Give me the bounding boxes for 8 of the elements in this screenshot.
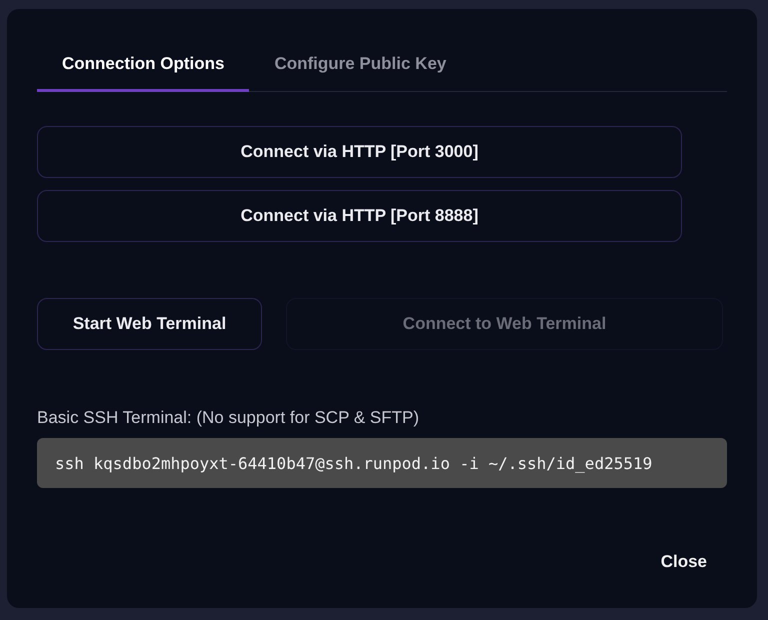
tab[interactable]: Configure Public Key [249,39,472,92]
connect-http-button[interactable]: Connect via HTTP [Port 8888] [37,190,682,242]
connect-http-button[interactable]: Connect via HTTP [Port 3000] [37,126,682,178]
tab[interactable]: Connection Options [37,39,250,92]
ssh-command: ssh kqsdbo2mhpoyxt-64410b47@ssh.runpod.io -i ~/.ssh/id_ed25519 [37,438,727,488]
web-terminal-button[interactable]: Start Web Terminal [37,298,262,350]
ssh-label: Basic SSH Terminal: (No support for SCP & SFTP) [37,408,420,428]
close-button[interactable]: Close [640,544,727,580]
